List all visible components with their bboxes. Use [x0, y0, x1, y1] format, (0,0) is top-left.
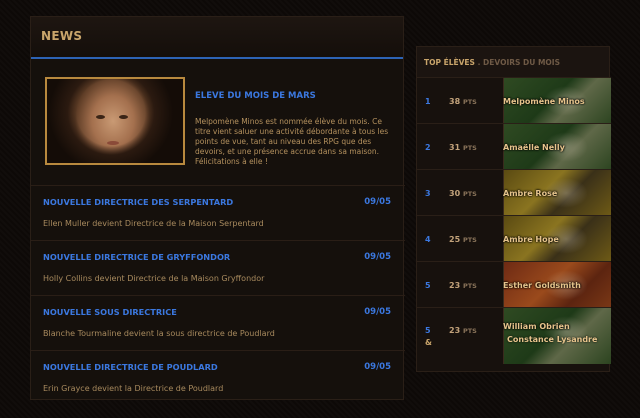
news-item[interactable]: NOUVELLE SOUS DIRECTRICE 09/05 Blanche T… [31, 295, 405, 350]
rank-number: 3 [425, 189, 431, 198]
top-title-main: TOP ÉLÈVES [424, 58, 475, 67]
student-name[interactable]: William Obrien [503, 322, 570, 331]
news-item-title[interactable]: NOUVELLE DIRECTRICE DE POUDLARD [43, 362, 218, 372]
news-item-date: 09/05 [364, 197, 391, 207]
rank-tie-marker: & [425, 338, 432, 347]
news-item-title[interactable]: NOUVELLE DIRECTRICE DES SERPENTARD [43, 197, 233, 207]
top-students-header: TOP ÉLÈVES . DEVOIRS DU MOIS [417, 47, 609, 77]
top-students-title: TOP ÉLÈVES . DEVOIRS DU MOIS [424, 58, 560, 67]
points: 23 PTS [449, 281, 477, 290]
news-item-desc: Blanche Tourmaline devient la sous direc… [43, 329, 275, 338]
featured-news[interactable]: ELEVE DU MOIS DE MARS Melpomène Minos es… [31, 61, 405, 185]
student-name[interactable]: Ambre Rose [503, 189, 557, 198]
featured-title[interactable]: ELEVE DU MOIS DE MARS [195, 91, 316, 101]
ranking-row[interactable]: 2 31 PTS Amaëlle Nelly [417, 123, 611, 170]
news-item[interactable]: NOUVELLE DIRECTRICE DE POUDLARD 09/05 Er… [31, 350, 405, 405]
ranking-row[interactable]: 1 38 PTS Melpomène Minos [417, 77, 611, 124]
student-name[interactable]: Esther Goldsmith [503, 281, 581, 290]
news-item-title[interactable]: NOUVELLE SOUS DIRECTRICE [43, 307, 177, 317]
news-item-date: 09/05 [364, 307, 391, 317]
rank-number: 2 [425, 143, 431, 152]
news-item[interactable]: NOUVELLE DIRECTRICE DE GRYFFONDOR 09/05 … [31, 240, 405, 295]
news-panel: NEWS ELEVE DU MOIS DE MARS Melpomène Min… [30, 16, 405, 400]
rank-number: 1 [425, 97, 431, 106]
news-item-date: 09/05 [364, 362, 391, 372]
student-name[interactable]: Constance Lysandre [507, 335, 597, 344]
news-item-desc: Ellen Muller devient Directrice de la Ma… [43, 219, 264, 228]
rank-number: 4 [425, 235, 431, 244]
points: 23 PTS [449, 326, 477, 335]
ranking-row[interactable]: 5 & 23 PTS William Obrien Constance Lysa… [417, 307, 611, 364]
news-item-desc: Holly Collins devient Directrice de la M… [43, 274, 265, 283]
news-item[interactable]: NOUVELLE DIRECTRICE DES SERPENTARD 09/05… [31, 185, 405, 240]
news-header: NEWS [31, 17, 403, 59]
ranking-row[interactable]: 3 30 PTS Ambre Rose [417, 169, 611, 216]
ranking-row[interactable]: 4 25 PTS Ambre Hope [417, 215, 611, 262]
featured-text: Melpomène Minos est nommée élève du mois… [195, 117, 389, 166]
top-title-sub: . DEVOIRS DU MOIS [477, 58, 560, 67]
top-students-panel: TOP ÉLÈVES . DEVOIRS DU MOIS 1 38 PTS Me… [416, 46, 611, 372]
points: 38 PTS [449, 97, 477, 106]
points: 31 PTS [449, 143, 477, 152]
ranking-row[interactable]: 5 23 PTS Esther Goldsmith [417, 261, 611, 308]
news-item-desc: Erin Grayce devient la Directrice de Pou… [43, 384, 224, 393]
student-name[interactable]: Melpomène Minos [503, 97, 585, 106]
student-name[interactable]: Ambre Hope [503, 235, 559, 244]
student-portrait[interactable] [45, 77, 185, 165]
points: 25 PTS [449, 235, 477, 244]
news-title: NEWS [41, 29, 83, 43]
points: 30 PTS [449, 189, 477, 198]
rank-number: 5 [425, 281, 431, 290]
rank-number: 5 [425, 326, 431, 335]
news-item-title[interactable]: NOUVELLE DIRECTRICE DE GRYFFONDOR [43, 252, 230, 262]
student-name[interactable]: Amaëlle Nelly [503, 143, 565, 152]
news-item-date: 09/05 [364, 252, 391, 262]
